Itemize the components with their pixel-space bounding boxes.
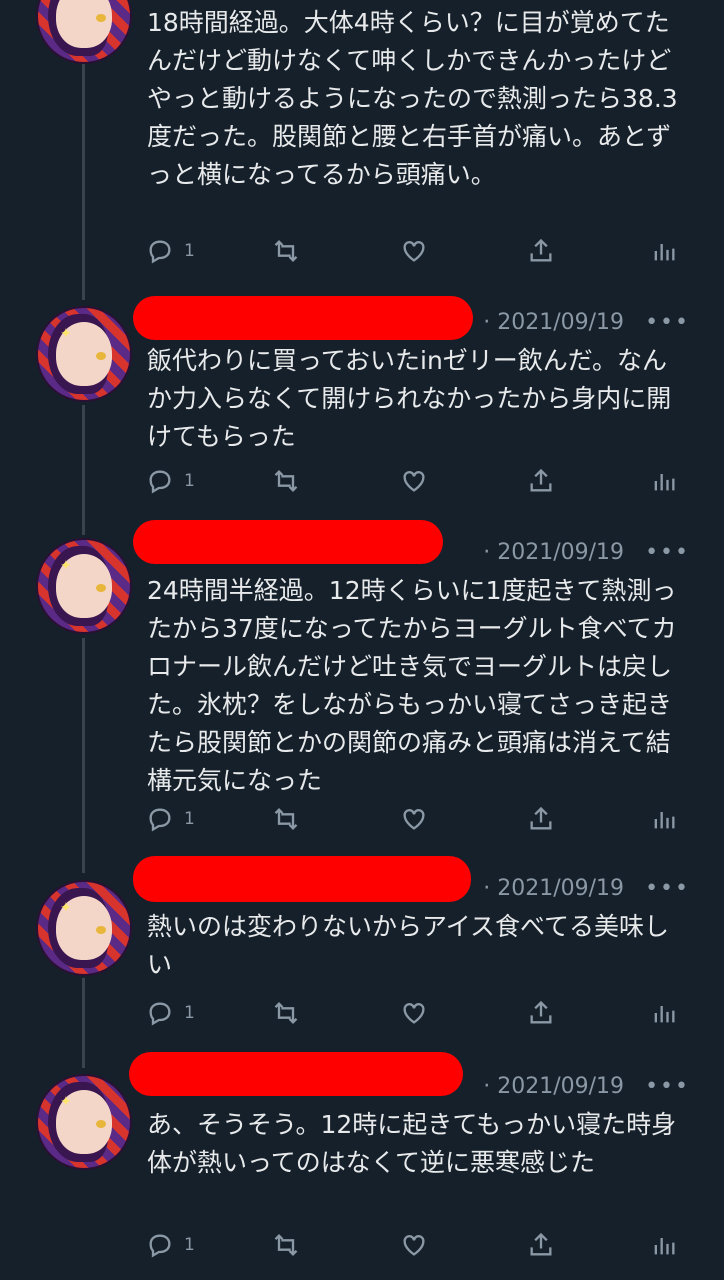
like-icon — [403, 809, 425, 830]
avatar[interactable]: ✦ — [36, 880, 132, 976]
like-icon — [403, 1003, 425, 1024]
analytics-button[interactable] — [650, 998, 678, 1028]
analytics-icon — [654, 474, 675, 491]
tweet-date: 2021/09/19 — [497, 540, 625, 565]
tweet-date: 2021/09/19 — [497, 1074, 625, 1099]
tweet-actions: 1 — [146, 466, 676, 496]
reply-count: 1 — [184, 1235, 195, 1255]
meta-separator: · — [483, 876, 491, 901]
retweet-button[interactable] — [272, 236, 300, 266]
reply-count: 1 — [184, 471, 195, 491]
retweet-icon — [274, 1234, 298, 1256]
analytics-button[interactable] — [650, 804, 678, 834]
reply-button[interactable]: 1 — [146, 1230, 195, 1260]
tweet-actions: 1 — [146, 1230, 676, 1260]
avatar[interactable]: ✦ — [36, 1074, 132, 1170]
more-options-button[interactable]: ••• — [645, 540, 690, 565]
like-button[interactable] — [400, 998, 428, 1028]
tweet-actions: 1 — [146, 998, 676, 1028]
tweet[interactable]: ✦ 18時間経過。大体4時くらい？に目が覚めてたんだけど動けなくて呻くしかできん… — [0, 0, 724, 280]
share-icon — [530, 238, 552, 262]
like-button[interactable] — [400, 236, 428, 266]
tweet-meta: · 2021/09/19 ••• — [483, 310, 690, 335]
tweet[interactable]: ✦ · 2021/09/19 ••• あ、そうそう。12時に起きてもっかい寝た時… — [0, 1050, 724, 1280]
avatar[interactable]: ✦ — [36, 0, 132, 64]
meta-separator: · — [483, 540, 491, 565]
share-button[interactable] — [527, 236, 555, 266]
retweet-icon — [274, 1002, 298, 1024]
reply-icon — [149, 1002, 171, 1026]
like-button[interactable] — [400, 466, 428, 496]
reply-icon — [149, 470, 171, 494]
tweet-text: 飯代わりに買っておいたinゼリー飲んだ。なんか力入らなくて開けられなかったから身… — [147, 346, 672, 451]
tweet-actions: 1 — [146, 804, 676, 834]
like-button[interactable] — [400, 804, 428, 834]
retweet-button[interactable] — [272, 466, 300, 496]
share-button[interactable] — [527, 466, 555, 496]
share-icon — [530, 1000, 552, 1024]
share-icon — [530, 468, 552, 492]
tweet-actions: 1 — [146, 236, 676, 266]
retweet-icon — [274, 470, 298, 492]
more-options-button[interactable]: ••• — [645, 1074, 690, 1099]
reply-button[interactable]: 1 — [146, 236, 195, 266]
retweet-button[interactable] — [272, 1230, 300, 1260]
share-button[interactable] — [527, 1230, 555, 1260]
retweet-button[interactable] — [272, 998, 300, 1028]
tweet-text: 18時間経過。大体4時くらい？に目が覚めてたんだけど動けなくて呻くしかできんかっ… — [147, 8, 678, 189]
analytics-icon — [654, 812, 675, 829]
analytics-icon — [654, 1238, 675, 1255]
share-button[interactable] — [527, 998, 555, 1028]
redacted-username — [133, 296, 473, 340]
avatar[interactable]: ✦ — [36, 538, 132, 634]
meta-separator: · — [483, 1074, 491, 1099]
share-icon — [530, 806, 552, 830]
retweet-icon — [274, 808, 298, 830]
reply-icon — [149, 1234, 171, 1258]
tweet-date: 2021/09/19 — [497, 876, 625, 901]
reply-icon — [149, 240, 171, 264]
tweet[interactable]: ✦ · 2021/09/19 ••• 飯代わりに買っておいたinゼリー飲んだ。な… — [0, 290, 724, 510]
tweet[interactable]: ✦ · 2021/09/19 ••• 24時間半経過。12時くらいに1度起きて熱… — [0, 520, 724, 850]
reply-button[interactable]: 1 — [146, 466, 195, 496]
redacted-username — [129, 1052, 463, 1096]
redacted-username — [133, 520, 443, 564]
analytics-icon — [654, 244, 675, 261]
avatar[interactable]: ✦ — [36, 306, 132, 402]
retweet-icon — [274, 240, 298, 262]
retweet-button[interactable] — [272, 804, 300, 834]
reply-count: 1 — [184, 809, 195, 829]
more-options-button[interactable]: ••• — [645, 876, 690, 901]
redacted-username — [133, 856, 471, 902]
like-icon — [403, 1235, 425, 1256]
reply-button[interactable]: 1 — [146, 998, 195, 1028]
analytics-button[interactable] — [650, 466, 678, 496]
tweet-text: 24時間半経過。12時くらいに1度起きて熱測ったから37度になってたからヨーグル… — [147, 576, 677, 795]
tweet-meta: · 2021/09/19 ••• — [483, 540, 690, 565]
analytics-icon — [654, 1006, 675, 1023]
reply-count: 1 — [184, 241, 195, 261]
share-icon — [530, 1232, 552, 1256]
tweet-text: あ、そうそう。12時に起きてもっかい寝た時身体が熱いってのはなくて逆に悪寒感じた — [147, 1110, 677, 1177]
tweet-meta: · 2021/09/19 ••• — [483, 1074, 690, 1099]
tweet-meta: · 2021/09/19 ••• — [483, 876, 690, 901]
tweet[interactable]: ✦ · 2021/09/19 ••• 熱いのは変わりないからアイス食べてる美味し… — [0, 852, 724, 1042]
like-icon — [403, 471, 425, 492]
tweet-text: 熱いのは変わりないからアイス食べてる美味しい — [147, 912, 670, 979]
share-button[interactable] — [527, 804, 555, 834]
like-icon — [403, 241, 425, 262]
more-options-button[interactable]: ••• — [645, 310, 690, 335]
reply-icon — [149, 808, 171, 832]
like-button[interactable] — [400, 1230, 428, 1260]
tweet-date: 2021/09/19 — [497, 310, 625, 335]
analytics-button[interactable] — [650, 1230, 678, 1260]
reply-count: 1 — [184, 1003, 195, 1023]
reply-button[interactable]: 1 — [146, 804, 195, 834]
analytics-button[interactable] — [650, 236, 678, 266]
meta-separator: · — [483, 310, 491, 335]
